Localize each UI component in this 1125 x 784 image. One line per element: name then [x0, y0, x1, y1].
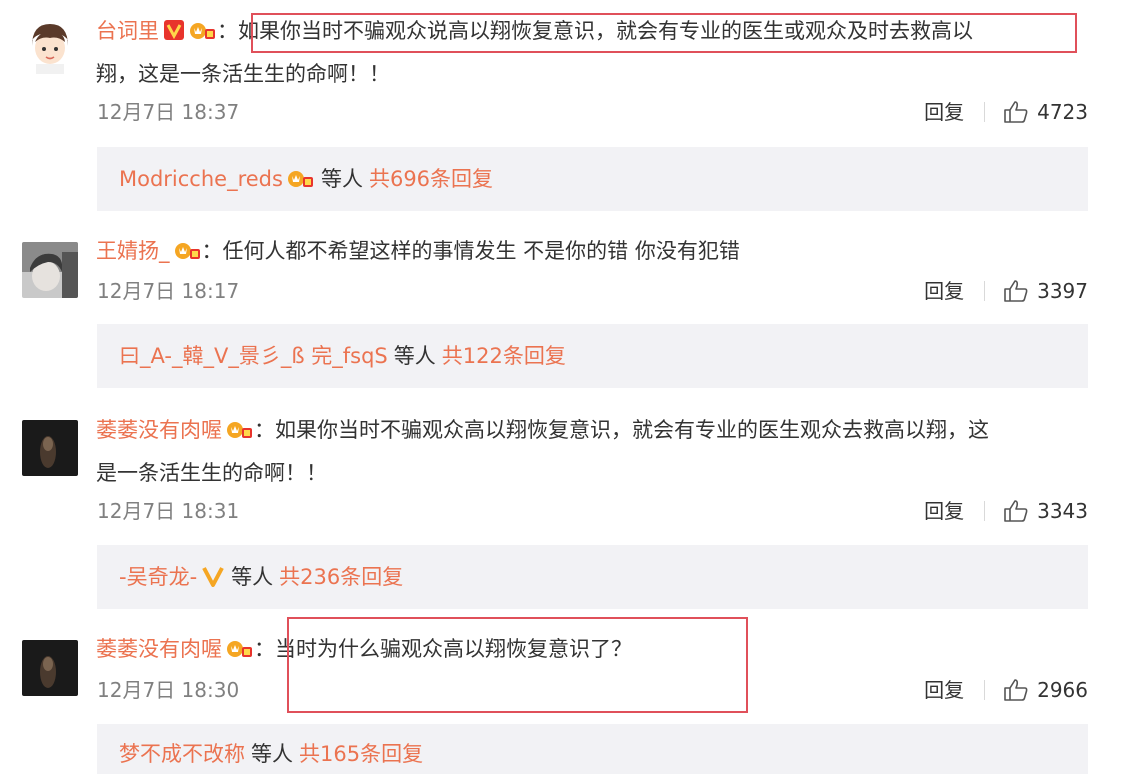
- vip-crown-icon[interactable]: [174, 234, 202, 274]
- like-count: 3343: [1037, 499, 1088, 523]
- others-label: 等人: [231, 565, 274, 589]
- vip-crown-icon[interactable]: [226, 413, 254, 453]
- reply-button[interactable]: 回复: [924, 496, 964, 526]
- like-button[interactable]: 3397: [1003, 276, 1088, 306]
- reply-username[interactable]: -吴奇龙-: [119, 565, 197, 589]
- avatar[interactable]: [22, 18, 78, 74]
- comment-username[interactable]: 王婧扬_: [96, 239, 170, 263]
- avatar[interactable]: [22, 242, 78, 298]
- avatar[interactable]: [22, 640, 78, 696]
- vip-crown-icon[interactable]: [226, 632, 254, 672]
- reply-button[interactable]: 回复: [924, 675, 964, 705]
- avatar[interactable]: [22, 420, 78, 476]
- colon-separator: ：: [254, 418, 275, 442]
- reply-summary[interactable]: Modricche_reds 等人 共696条回复: [97, 147, 1088, 211]
- comment-content: 如果你当时不骗观众高以翔恢复意识，就会有专业的医生观众去救高以翔，这: [275, 418, 989, 442]
- reply-button[interactable]: 回复: [924, 97, 964, 127]
- avatar-photo: [22, 242, 78, 298]
- comment-actions: 回复 3343: [924, 496, 1088, 526]
- comment-actions: 回复 2966: [924, 675, 1088, 705]
- comment-text: 台词里 ：如果你当时不骗观众说高以翔恢复意识，就会有专业的医生或观众及时去救高以 …: [96, 11, 1086, 94]
- like-button[interactable]: 4723: [1003, 97, 1088, 127]
- vip-crown-icon: [287, 150, 315, 214]
- divider: [984, 102, 986, 122]
- comment-username[interactable]: 萎萎没有肉喔: [96, 637, 222, 661]
- colon-separator: ：: [201, 239, 223, 263]
- total-replies-link[interactable]: 共696条回复: [369, 167, 493, 191]
- comment-content-cont: 是一条活生生的命啊！！: [96, 461, 327, 485]
- reply-username[interactable]: 梦不成不改称: [119, 742, 245, 766]
- like-count: 2966: [1037, 678, 1088, 702]
- comment-timestamp: 12月7日 18:17: [97, 279, 240, 303]
- colon-separator: ：: [217, 19, 238, 43]
- comment-text: 萎萎没有肉喔 ：如果你当时不骗观众高以翔恢复意识，就会有专业的医生观众去救高以翔，…: [96, 410, 1086, 493]
- comment-username[interactable]: 台词里: [96, 19, 159, 43]
- total-replies-link[interactable]: 共165条回复: [299, 742, 423, 766]
- others-label: 等人: [393, 344, 436, 368]
- comment-actions: 回复 3397: [924, 276, 1088, 306]
- total-replies-link[interactable]: 共122条回复: [442, 344, 566, 368]
- thumbs-up-icon: [1004, 280, 1028, 302]
- comment-timestamp: 12月7日 18:30: [97, 678, 240, 702]
- like-button[interactable]: 2966: [1003, 675, 1088, 705]
- reply-summary[interactable]: 曰_A-_韓_V_景彡_ß 完_fsqS 等人 共122条回复: [97, 324, 1088, 388]
- comment-text: 萎萎没有肉喔 ：当时为什么骗观众高以翔恢复意识了？: [96, 629, 1086, 672]
- thumbs-up-icon: [1004, 500, 1028, 522]
- comment-content: 当时为什么骗观众高以翔恢复意识了？: [275, 637, 632, 661]
- comment-text: 王婧扬_ ：任何人都不希望这样的事情发生 不是你的错 你没有犯错: [96, 231, 1086, 274]
- like-count: 3397: [1037, 279, 1088, 303]
- divider: [984, 680, 986, 700]
- comment-timestamp: 12月7日 18:31: [97, 499, 240, 523]
- avatar-dark-photo: [22, 420, 78, 476]
- comment-timestamp: 12月7日 18:37: [97, 100, 240, 124]
- reply-username[interactable]: 曰_A-_韓_V_景彡_ß 完_fsqS: [119, 344, 388, 368]
- like-count: 4723: [1037, 100, 1088, 124]
- others-label: 等人: [251, 742, 293, 766]
- comment-username[interactable]: 萎萎没有肉喔: [96, 418, 222, 442]
- thumbs-up-icon: [1004, 101, 1028, 123]
- comment-content: 如果你当时不骗观众说高以翔恢复意识，就会有专业的医生或观众及时去救高以: [238, 19, 973, 43]
- colon-separator: ：: [254, 637, 275, 661]
- total-replies-link[interactable]: 共236条回复: [279, 565, 403, 589]
- reply-summary[interactable]: -吴奇龙- 等人 共236条回复: [97, 545, 1088, 609]
- avatar-cartoon-boy: [22, 18, 78, 74]
- reply-username[interactable]: Modricche_reds: [119, 167, 283, 191]
- verified-v-icon: [163, 14, 185, 54]
- vip-crown-icon[interactable]: [189, 14, 217, 54]
- thumbs-up-icon: [1004, 679, 1028, 701]
- reply-summary[interactable]: 梦不成不改称 等人 共165条回复: [97, 724, 1088, 774]
- like-button[interactable]: 3343: [1003, 496, 1088, 526]
- divider: [984, 501, 986, 521]
- comment-actions: 回复 4723: [924, 97, 1088, 127]
- comment-content-cont: 翔，这是一条活生生的命啊！！: [96, 62, 390, 86]
- verified-v-gold-icon: [201, 548, 225, 612]
- others-label: 等人: [320, 167, 363, 191]
- comment-content: 任何人都不希望这样的事情发生 不是你的错 你没有犯错: [222, 239, 740, 263]
- divider: [984, 281, 986, 301]
- reply-button[interactable]: 回复: [924, 276, 964, 306]
- avatar-dark-photo: [22, 640, 78, 696]
